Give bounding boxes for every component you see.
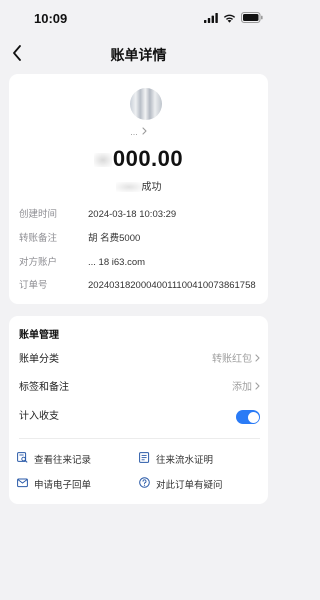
question-circle-icon xyxy=(139,477,150,491)
mail-icon xyxy=(17,478,28,491)
chevron-right-icon xyxy=(255,352,260,368)
setting-row-category[interactable]: 账单分类 转账红包 xyxy=(19,352,260,368)
detail-value: ... 18 i63.com xyxy=(88,257,146,268)
transaction-status: 成功 xyxy=(9,178,268,193)
section-title: 账单管理 xyxy=(19,330,59,341)
detail-row-remark: 转账备注 胡 名费5000 xyxy=(19,232,260,246)
link-statement-proof[interactable]: 往来流水证明 xyxy=(139,452,213,466)
status-bar: 10:09 xyxy=(0,0,277,36)
nav-bar: 账单详情 xyxy=(0,36,277,70)
category-value: 转账红包 xyxy=(212,354,252,365)
statement-proof-icon xyxy=(139,452,150,466)
payee-row[interactable]: ... xyxy=(9,127,268,137)
link-electronic-receipt[interactable]: 申请电子回单 xyxy=(17,477,91,491)
status-icons xyxy=(204,10,263,28)
detail-label: 订单号 xyxy=(19,280,48,291)
setting-value: 转账红包 xyxy=(212,352,260,368)
detail-value: 2024-03-18 10:03:29 xyxy=(88,209,177,220)
signal-icon xyxy=(204,10,218,28)
detail-value: 胡 名费5000 xyxy=(88,233,141,244)
detail-value[interactable]: 20240318200040011100410073861758 xyxy=(88,279,256,293)
amount-value: 000.00 xyxy=(112,146,184,171)
detail-row-order-number: 订单号 20240318200040011100410073861758 xyxy=(19,279,260,293)
toggle-knob xyxy=(247,411,259,423)
detail-label: 转账备注 xyxy=(19,233,58,244)
link-label: 往来流水证明 xyxy=(156,455,214,466)
setting-label: 计入收支 xyxy=(19,411,59,422)
link-view-records[interactable]: 查看往来记录 xyxy=(17,452,91,466)
chevron-right-icon xyxy=(255,380,260,396)
detail-label: 对方账户 xyxy=(19,257,58,268)
records-search-icon xyxy=(17,452,28,466)
detail-label: 创建时间 xyxy=(19,209,58,220)
setting-label: 账单分类 xyxy=(19,354,59,365)
setting-row-tags[interactable]: 标签和备注 添加 xyxy=(19,380,260,396)
battery-icon xyxy=(241,10,263,28)
status-value: 成功 xyxy=(141,182,162,193)
status-time: 10:09 xyxy=(34,11,68,26)
payee-avatar xyxy=(130,88,162,120)
setting-value: 添加 xyxy=(232,380,260,396)
payee-name: ... xyxy=(130,127,138,137)
include-budget-toggle[interactable] xyxy=(236,410,260,424)
wifi-icon xyxy=(223,10,236,28)
link-label: 对此订单有疑问 xyxy=(156,480,223,491)
redacted-blur xyxy=(93,153,112,168)
setting-row-include-in-budget: 计入收支 xyxy=(19,409,260,425)
tags-value: 添加 xyxy=(232,382,252,393)
link-label: 申请电子回单 xyxy=(34,480,92,491)
page-title: 账单详情 xyxy=(110,47,167,63)
link-order-question[interactable]: 对此订单有疑问 xyxy=(139,477,223,491)
redacted-blur xyxy=(115,182,142,193)
transaction-card: ... 000.00 成功 创建时间 2024-03-18 10:03:29 转… xyxy=(9,74,268,304)
bill-management-card: 账单管理 账单分类 转账红包 标签和备注 添加 计入收支 查看往来记录 往来流水… xyxy=(9,316,268,504)
detail-row-account: 对方账户 ... 18 i63.com xyxy=(19,256,260,270)
transaction-amount: 000.00 xyxy=(9,146,268,172)
detail-row-created: 创建时间 2024-03-18 10:03:29 xyxy=(19,208,260,222)
link-label: 查看往来记录 xyxy=(34,455,92,466)
divider xyxy=(19,438,260,439)
setting-label: 标签和备注 xyxy=(19,382,69,393)
chevron-right-icon xyxy=(142,127,147,137)
